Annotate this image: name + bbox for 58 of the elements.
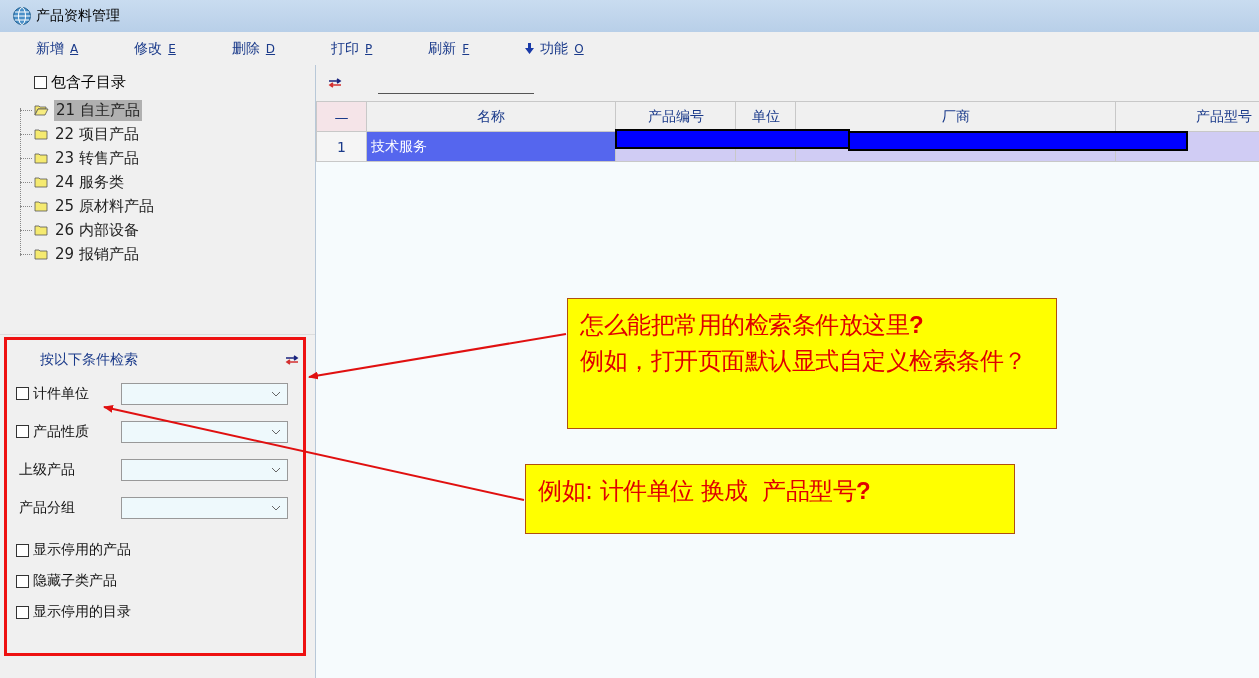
folder-icon	[34, 128, 48, 140]
dropdown-field[interactable]	[121, 458, 288, 481]
checkbox-label: 显示停用的目录	[33, 603, 131, 621]
field-label: 计件单位	[33, 384, 89, 403]
swap-icon[interactable]	[328, 78, 342, 88]
folder-icon	[34, 152, 48, 164]
toolbar-button[interactable]: 刷新 F	[422, 37, 476, 60]
column-header[interactable]: 产品编号	[615, 101, 736, 132]
column-header[interactable]: 单位	[735, 101, 796, 132]
field-label: 产品分组	[19, 498, 75, 517]
folder-icon	[34, 176, 48, 188]
tree-item[interactable]: 29 报销产品	[53, 243, 141, 265]
checkbox[interactable]	[16, 543, 29, 557]
checkbox[interactable]	[16, 574, 29, 588]
toolbar-button[interactable]: 修改 E	[128, 37, 182, 60]
tree-item[interactable]: 23 转售产品	[53, 147, 141, 169]
column-header[interactable]: 厂商	[795, 101, 1116, 132]
checkbox-label: 包含子目录	[51, 73, 126, 92]
tree-item[interactable]: 21 自主产品	[54, 99, 142, 121]
swap-icon[interactable]	[285, 355, 299, 365]
toolbar-button[interactable]: 打印 P	[325, 37, 379, 60]
tree-item[interactable]: 24 服务类	[53, 171, 126, 193]
folder-icon	[34, 224, 48, 236]
tree-item[interactable]: 26 内部设备	[53, 219, 141, 241]
column-header[interactable]: 名称	[366, 101, 616, 132]
chevron-down-icon	[271, 504, 281, 511]
chevron-down-icon	[271, 390, 281, 397]
panel-title: 按以下条件检索	[40, 351, 138, 369]
toolbar-button[interactable]: 功能 O	[519, 37, 590, 60]
down-arrow-icon	[525, 43, 535, 54]
column-header[interactable]: 产品型号	[1115, 101, 1259, 132]
annotation-text: 怎么能把常用的检索条件放这里? 例如，打开页面默认显式自定义检索条件？	[580, 310, 1028, 377]
dropdown-field[interactable]	[121, 382, 288, 405]
field-label: 上级产品	[19, 460, 75, 479]
window-title: 产品资料管理	[36, 7, 120, 25]
globe-icon	[12, 6, 32, 26]
chevron-down-icon	[271, 428, 281, 435]
chevron-down-icon	[271, 466, 281, 473]
checkbox-label: 显示停用的产品	[33, 541, 131, 559]
tree-item[interactable]: 25 原材料产品	[53, 195, 156, 217]
folder-icon	[34, 200, 48, 212]
toolbar-button[interactable]: 删除 D	[225, 37, 282, 60]
checkbox[interactable]	[16, 605, 29, 619]
folder-icon	[34, 248, 48, 260]
annotation-text: 例如: 计件单位 换成 产品型号?	[538, 476, 872, 507]
field-label: 产品性质	[33, 422, 89, 441]
checkbox[interactable]	[16, 425, 29, 438]
checkbox-label: 隐藏子类产品	[33, 572, 117, 590]
tree-item[interactable]: 22 项目产品	[53, 123, 141, 145]
row-number: 1	[316, 131, 367, 162]
checkbox[interactable]	[34, 76, 47, 89]
dropdown-field[interactable]	[121, 496, 288, 519]
table-cell: 技术服务	[366, 131, 616, 162]
dropdown-field[interactable]	[121, 420, 288, 443]
open-folder-icon	[34, 104, 49, 116]
checkbox[interactable]	[16, 387, 29, 400]
column-header[interactable]: —	[316, 101, 367, 132]
toolbar-button[interactable]: 新增 A	[30, 37, 85, 60]
